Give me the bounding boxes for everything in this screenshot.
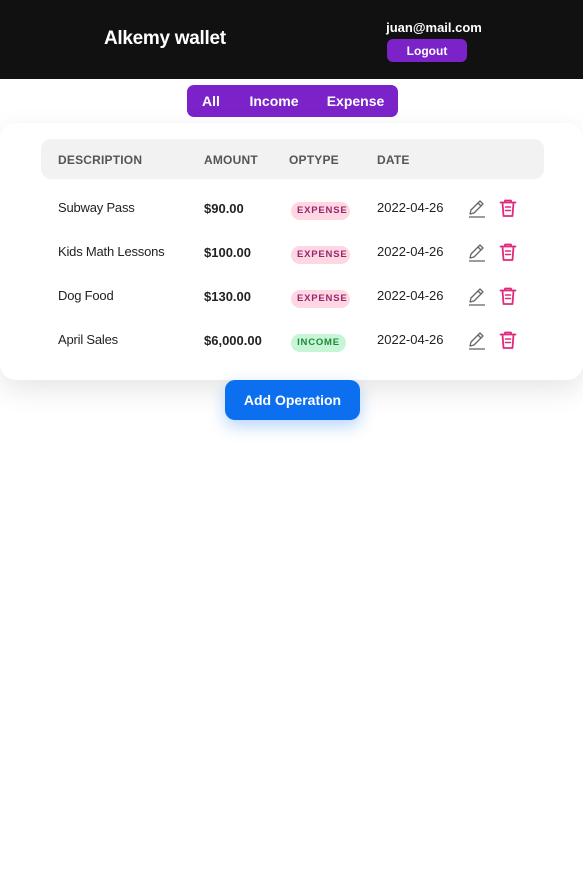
- delete-button[interactable]: [497, 329, 519, 351]
- row-description: Kids Math Lessons: [58, 244, 165, 259]
- table-row: Kids Math Lessons $100.00 EXPENSE 2022-0…: [0, 232, 583, 276]
- row-description: Dog Food: [58, 288, 114, 303]
- column-header-date: DATE: [377, 153, 410, 167]
- operations-table-card: DESCRIPTION AMOUNT OPTYPE DATE Subway Pa…: [0, 123, 583, 380]
- row-description: Subway Pass: [58, 200, 135, 215]
- table-header: DESCRIPTION AMOUNT OPTYPE DATE: [41, 139, 544, 179]
- operation-type-filter: All Income Expense: [187, 85, 398, 117]
- row-description: April Sales: [58, 332, 118, 347]
- column-header-optype: OPTYPE: [289, 153, 339, 167]
- table-row: April Sales $6,000.00 INCOME 2022-04-26: [0, 320, 583, 364]
- optype-badge: EXPENSE: [291, 202, 350, 220]
- filter-all-button[interactable]: All: [187, 85, 235, 117]
- trash-icon: [499, 331, 517, 349]
- edit-button[interactable]: [466, 329, 488, 351]
- delete-button[interactable]: [497, 285, 519, 307]
- optype-badge: EXPENSE: [291, 290, 350, 308]
- table-row: Dog Food $130.00 EXPENSE 2022-04-26: [0, 276, 583, 320]
- top-navbar: Alkemy wallet juan@mail.com Logout: [0, 0, 583, 79]
- row-date: 2022-04-26: [377, 288, 444, 303]
- optype-badge: INCOME: [291, 334, 346, 352]
- row-amount: $100.00: [204, 245, 251, 260]
- pencil-icon: [469, 200, 485, 218]
- row-amount: $90.00: [204, 201, 244, 216]
- row-date: 2022-04-26: [377, 244, 444, 259]
- logout-button[interactable]: Logout: [387, 39, 467, 62]
- add-operation-button[interactable]: Add Operation: [225, 380, 360, 420]
- pencil-icon: [469, 288, 485, 306]
- filter-income-button[interactable]: Income: [235, 85, 313, 117]
- table-row: Subway Pass $90.00 EXPENSE 2022-04-26: [0, 188, 583, 232]
- pencil-icon: [469, 244, 485, 262]
- row-date: 2022-04-26: [377, 200, 444, 215]
- app-title: Alkemy wallet: [104, 28, 226, 49]
- edit-button[interactable]: [466, 285, 488, 307]
- pencil-icon: [469, 332, 485, 350]
- optype-badge: EXPENSE: [291, 246, 350, 264]
- user-email: juan@mail.com: [386, 20, 482, 35]
- edit-button[interactable]: [466, 197, 488, 219]
- edit-button[interactable]: [466, 241, 488, 263]
- trash-icon: [499, 287, 517, 305]
- trash-icon: [499, 243, 517, 261]
- delete-button[interactable]: [497, 241, 519, 263]
- row-amount: $6,000.00: [204, 333, 262, 348]
- delete-button[interactable]: [497, 197, 519, 219]
- column-header-amount: AMOUNT: [204, 153, 258, 167]
- filter-expense-button[interactable]: Expense: [313, 85, 398, 117]
- row-date: 2022-04-26: [377, 332, 444, 347]
- column-header-description: DESCRIPTION: [58, 153, 143, 167]
- trash-icon: [499, 199, 517, 217]
- row-amount: $130.00: [204, 289, 251, 304]
